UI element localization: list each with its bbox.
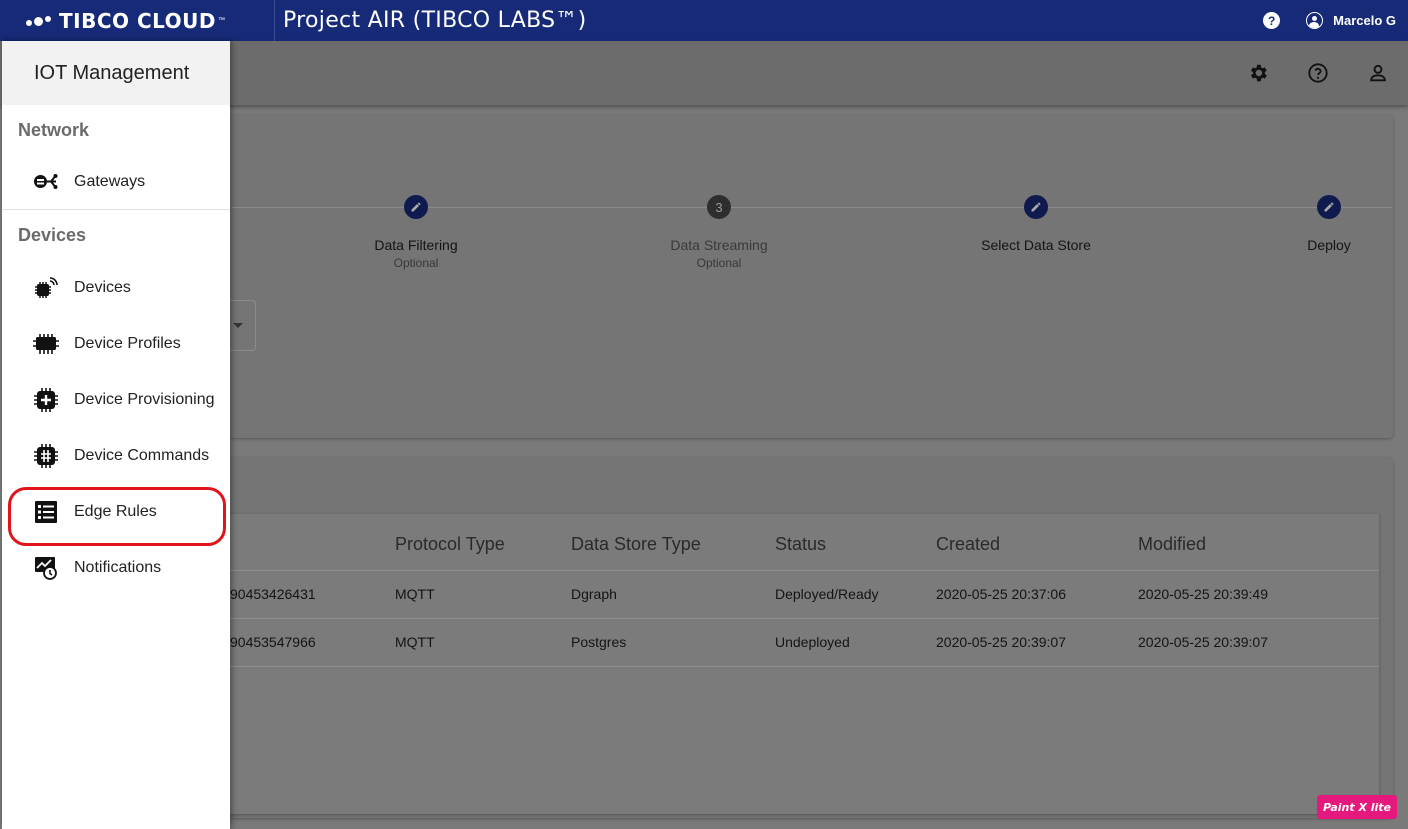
brand-name: TIBCO CLOUD [59,8,217,33]
drawer-title: IOT Management [2,41,230,105]
cell-id: 90453426431 [230,586,316,602]
row-divider [230,618,1379,619]
step-edit-icon[interactable] [404,195,428,219]
column-header[interactable]: Created [936,534,1000,555]
cell-store: Dgraph [571,586,617,602]
step-sub-optional: Optional [696,256,742,270]
cell-status: Deployed/Ready [775,586,879,602]
top-app-bar: TIBCO CLOUD ™ Project AIR (TIBCO LABS™) ?… [0,0,1408,41]
column-header[interactable]: Data Store Type [571,534,701,555]
nav-label: Device Provisioning [74,391,215,408]
brand[interactable]: TIBCO CLOUD ™ [0,0,275,41]
nav-label: Gateways [74,173,146,190]
gateway-icon [32,170,60,194]
device-commands-icon [32,444,60,468]
select-dropdown[interactable] [230,300,256,351]
edge-rules-icon [32,500,60,524]
tibco-logo-icon [26,15,51,26]
step-number[interactable]: 3 [707,195,731,219]
nav-item-device-commands[interactable]: Device Commands [2,428,230,484]
cell-modified: 2020-05-25 20:39:49 [1138,586,1268,602]
project-title: Project AIR (TIBCO LABS™) [283,8,587,33]
nav-item-edge-rules[interactable]: Edge Rules [2,484,230,546]
step-label-deploy[interactable]: Deploy [1307,237,1351,253]
step-edit-icon[interactable] [1317,195,1341,219]
cell-protocol: MQTT [395,634,435,650]
cell-created: 2020-05-25 20:37:06 [936,586,1066,602]
nav-label: Device Commands [74,447,210,464]
device-provisioning-icon [32,388,60,412]
nav-item-device-provisioning[interactable]: Device Provisioning [2,372,230,428]
nav-label: Devices [74,279,131,296]
step-sub-optional: Optional [393,256,439,270]
nav-item-device-profiles[interactable]: Device Profiles [2,316,230,372]
settings-icon[interactable] [1247,62,1269,84]
nav-label: Notifications [74,559,162,576]
row-divider [230,570,1379,571]
user-avatar-icon[interactable] [1306,12,1324,29]
cell-id: 90453547966 [230,634,316,650]
device-icon [32,276,60,300]
rules-table: Protocol Type Data Store Type Status Cre… [230,514,1379,814]
column-header[interactable]: Modified [1138,534,1206,555]
help-circle-icon[interactable] [1307,62,1329,84]
section-title-network: Network [18,119,90,140]
column-header[interactable]: Protocol Type [395,534,505,555]
cell-protocol: MQTT [395,586,435,602]
user-name[interactable]: Marcelo G [1333,13,1396,28]
cell-status: Undeployed [775,634,850,650]
nav-item-notifications[interactable]: Notifications [2,540,230,596]
nav-label: Device Profiles [74,335,181,352]
section-title-devices: Devices [18,224,87,245]
notifications-icon [32,556,60,580]
step-label-select-data-store[interactable]: Select Data Store [981,237,1091,253]
row-divider [230,666,1379,667]
nav-label: Edge Rules [74,503,157,520]
watermark-badge: Paint X lite [1317,795,1397,819]
help-icon[interactable]: ? [1263,12,1281,29]
step-label-data-filtering[interactable]: Data Filtering [374,237,457,253]
device-profile-icon [32,332,60,356]
cell-store: Postgres [571,634,627,650]
stepper-card [230,115,1393,438]
brand-trademark: ™ [218,17,226,24]
navigation-drawer: IOT Management Network Gateways Devices … [2,41,230,829]
nav-item-gateways[interactable]: Gateways [2,155,230,209]
step-edit-icon[interactable] [1024,195,1048,219]
cell-created: 2020-05-25 20:39:07 [936,634,1066,650]
step-label-data-streaming[interactable]: Data Streaming [670,237,767,253]
column-header[interactable]: Status [775,534,826,555]
account-icon[interactable] [1367,62,1389,84]
nav-item-devices[interactable]: Devices [2,260,230,316]
cell-modified: 2020-05-25 20:39:07 [1138,634,1268,650]
